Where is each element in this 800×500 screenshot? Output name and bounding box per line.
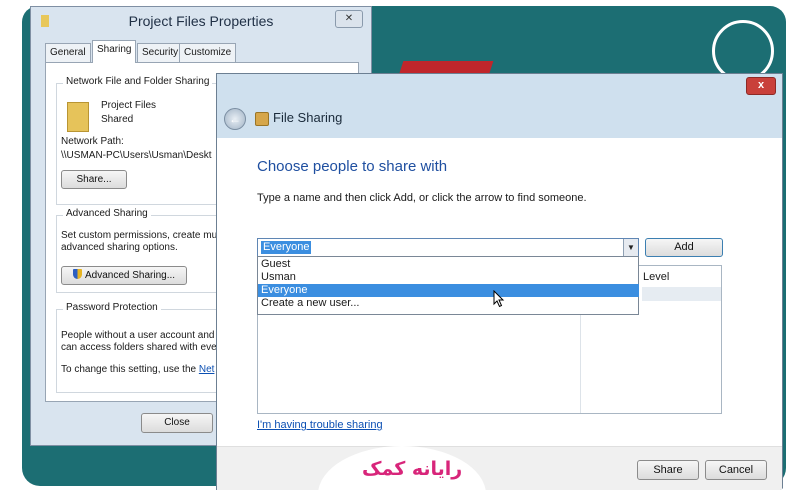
tab-general[interactable]: General: [45, 43, 91, 62]
password-protection-legend: Password Protection: [63, 302, 161, 313]
advanced-sharing-button-label: Advanced Sharing...: [84, 270, 176, 281]
dropdown-option-usman[interactable]: Usman: [258, 271, 639, 284]
dialog-heading: Choose people to share with: [257, 158, 448, 175]
permission-level-header[interactable]: Level: [643, 271, 669, 283]
brand-watermark: رایانه کمک: [362, 458, 463, 480]
tab-customize[interactable]: Customize: [179, 43, 237, 62]
close-button[interactable]: Close: [141, 413, 213, 433]
back-arrow-icon[interactable]: ←: [224, 108, 246, 130]
dialog-share-button[interactable]: Share: [637, 460, 699, 480]
properties-window-title: Project Files Properties: [128, 13, 274, 29]
screenshot-frame: Project Files Properties ✕ General Shari…: [8, 0, 790, 492]
chevron-down-icon[interactable]: ▼: [623, 239, 638, 256]
people-icon: [255, 112, 269, 126]
share-button[interactable]: Share...: [61, 170, 127, 189]
shield-icon: [72, 269, 82, 279]
close-icon[interactable]: ✕: [335, 10, 363, 28]
folder-name: Project Files: [101, 100, 157, 111]
dropdown-option-create-user[interactable]: Create a new user...: [258, 297, 639, 310]
password-protection-text-3-prefix: To change this setting, use the: [61, 364, 199, 375]
combobox-value: Everyone: [261, 241, 312, 254]
network-path-label: Network Path:: [61, 136, 124, 147]
user-combobox[interactable]: Everyone ▼: [257, 238, 639, 257]
file-sharing-dialog: x ← File Sharing Choose people to share …: [216, 73, 783, 490]
shared-folder-icon: [67, 102, 89, 132]
network-path-value: \\USMAN-PC\Users\Usman\Deskt: [61, 150, 212, 161]
user-dropdown-list: Guest Usman Everyone Create a new user..…: [257, 256, 639, 315]
add-button[interactable]: Add: [645, 238, 723, 257]
mouse-cursor-icon: [493, 290, 505, 308]
dialog-cancel-button[interactable]: Cancel: [705, 460, 767, 480]
dropdown-option-guest[interactable]: Guest: [258, 258, 639, 271]
folder-share-state: Shared: [101, 114, 134, 125]
dialog-close-icon[interactable]: x: [746, 77, 776, 95]
tab-security[interactable]: Security: [137, 43, 184, 62]
dialog-title: File Sharing: [273, 110, 343, 125]
password-protection-text-3: To change this setting, use the Net: [61, 364, 214, 375]
dialog-instruction: Type a name and then click Add, or click…: [257, 192, 587, 204]
advanced-sharing-description-1: Set custom permissions, create mult: [61, 230, 223, 241]
dropdown-option-everyone[interactable]: Everyone: [258, 284, 639, 297]
advanced-sharing-legend: Advanced Sharing: [63, 208, 151, 219]
list-row: [642, 287, 721, 301]
network-settings-link[interactable]: Net: [199, 364, 215, 375]
trouble-sharing-link[interactable]: I'm having trouble sharing: [257, 419, 383, 431]
advanced-sharing-button[interactable]: Advanced Sharing...: [61, 266, 187, 285]
file-sharing-titlebar: [217, 74, 782, 138]
network-sharing-legend: Network File and Folder Sharing: [63, 76, 213, 87]
password-protection-text-2: can access folders shared with eve: [61, 342, 217, 353]
password-protection-text-1: People without a user account and: [61, 330, 215, 341]
tab-sharing[interactable]: Sharing: [92, 40, 137, 63]
advanced-sharing-description-2: advanced sharing options.: [61, 242, 178, 253]
